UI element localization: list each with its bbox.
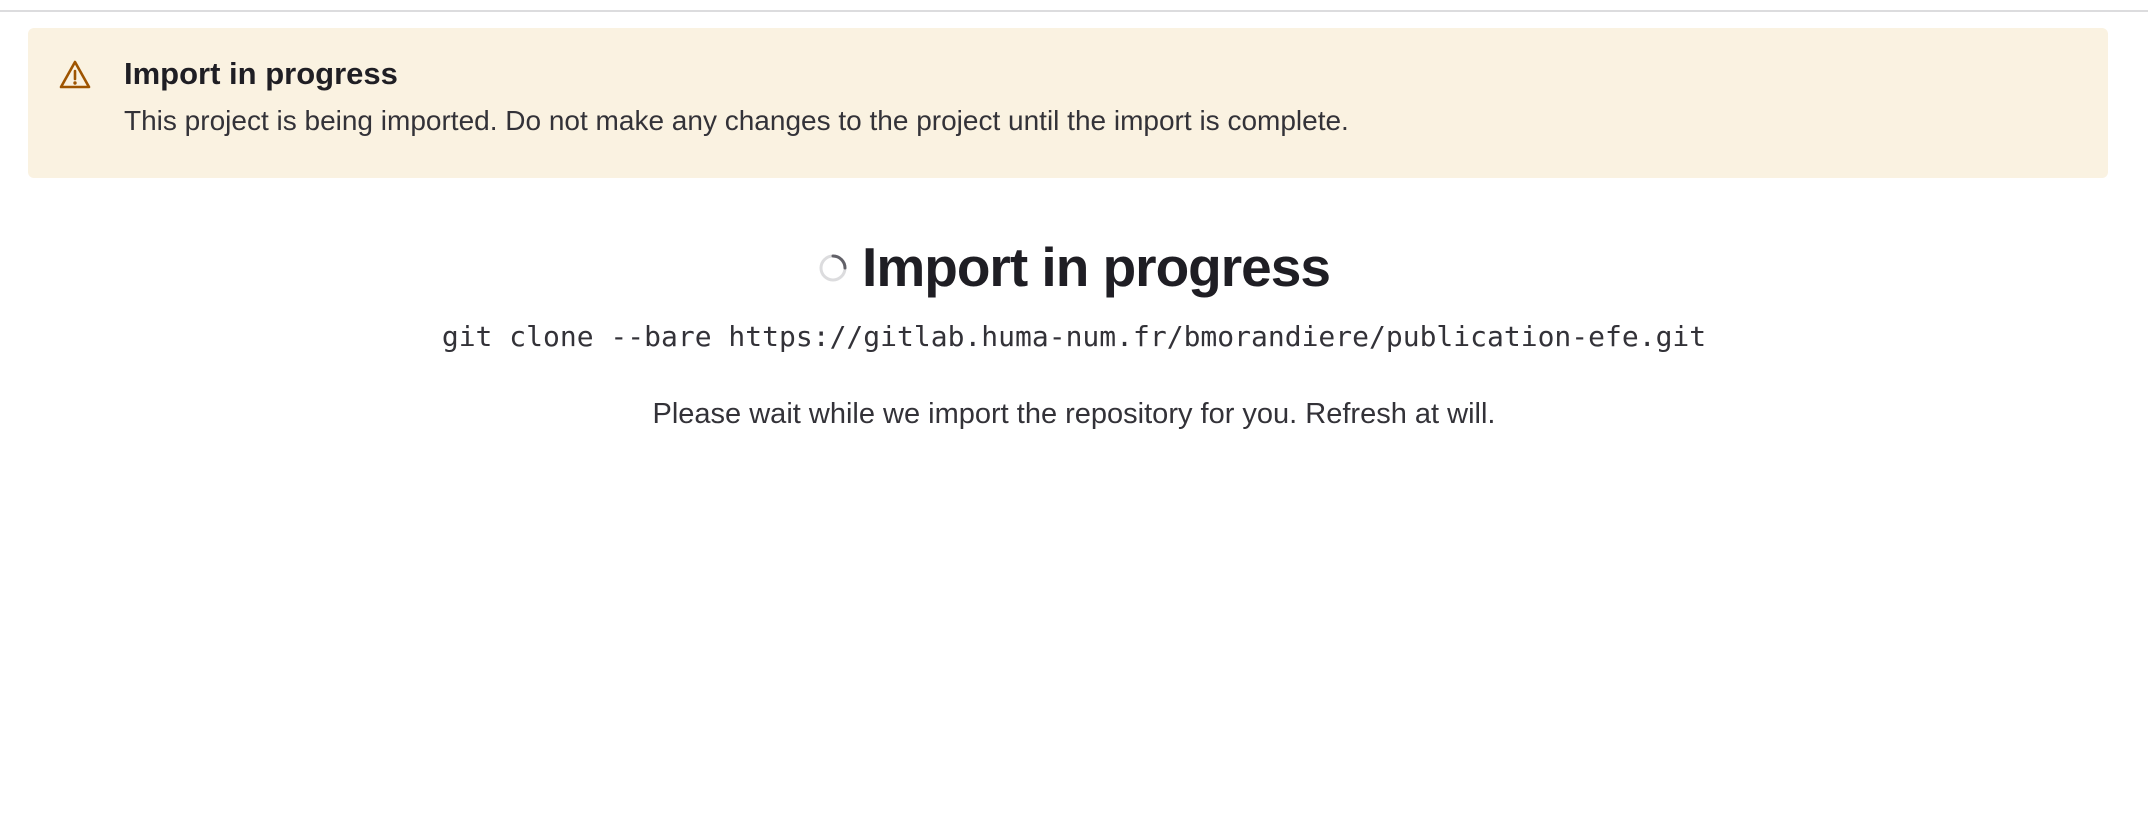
wait-message: Please wait while we import the reposito… xyxy=(652,398,1496,430)
clone-command: git clone --bare https://gitlab.huma-num… xyxy=(441,320,1707,353)
top-divider xyxy=(0,10,2148,12)
alert-title: Import in progress xyxy=(124,56,398,91)
warning-icon xyxy=(58,58,92,92)
import-warning-alert: Import in progress This project is being… xyxy=(28,28,2108,178)
import-page: Import in progress This project is being… xyxy=(0,0,2148,838)
page-title: Import in progress xyxy=(862,236,1331,298)
alert-message: This project is being imported. Do not m… xyxy=(124,105,1349,136)
loading-spinner-icon xyxy=(818,253,848,283)
import-heading: Import in progress xyxy=(0,232,2148,302)
